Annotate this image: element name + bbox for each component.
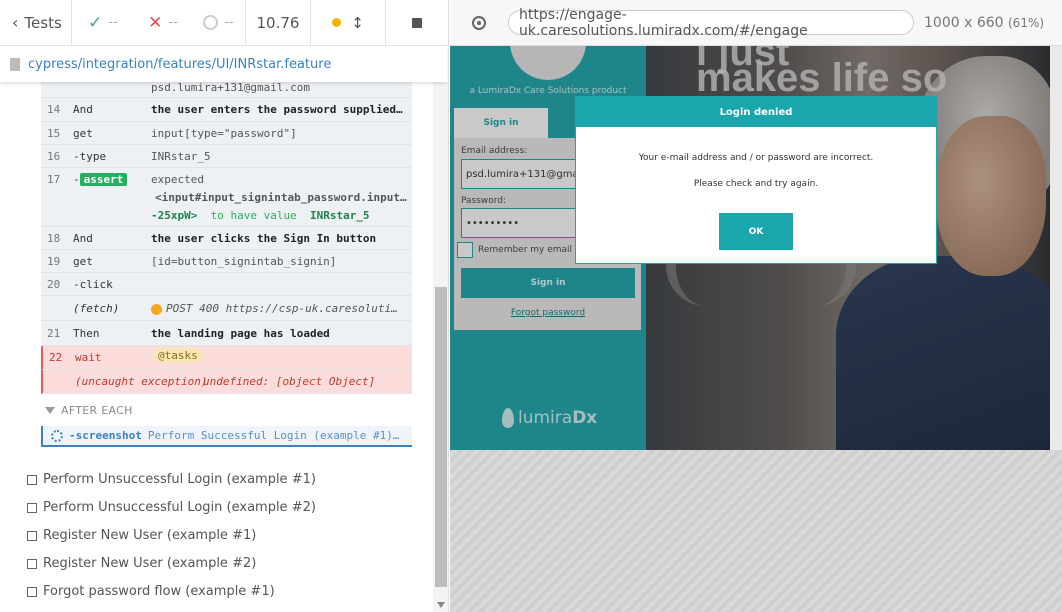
square-icon [27, 558, 37, 569]
command-row-exception[interactable]: (uncaught exception) undefined: [object … [41, 370, 412, 394]
test-item[interactable]: Register New User (example #2) [27, 556, 256, 571]
command-row-19[interactable]: 19 get [id=button_signintab_signin] [41, 250, 412, 273]
caret-down-icon [45, 407, 55, 414]
app-runner: https://engage-uk.caresolutions.lumiradx… [450, 0, 1062, 612]
spinner-icon [51, 429, 63, 442]
reporter-panel: ‹ Tests ✓ -- ✕ -- -- 10.76 ↕ cypress/int… [0, 0, 449, 612]
reporter-scrollbar[interactable] [433, 82, 448, 612]
pending-count[interactable]: -- [192, 0, 246, 46]
chevron-left-icon: ‹ [12, 13, 19, 32]
spec-path-bar[interactable]: cypress/integration/features/UI/INRstar.… [0, 47, 447, 82]
test-item[interactable]: Register New User (example #1) [27, 528, 256, 543]
spec-path-link[interactable]: cypress/integration/features/UI/INRstar.… [28, 57, 331, 72]
square-icon [27, 530, 37, 541]
app-under-test: i just makes life so ter a LumiraDx Care… [450, 46, 1050, 450]
tests-label: Tests [24, 13, 62, 32]
command-row-18[interactable]: 18 And the user clicks the Sign In butto… [41, 227, 412, 250]
dialog-message: Your e-mail address and / or password ar… [638, 153, 874, 163]
assert-badge: assert [79, 173, 128, 186]
square-icon [27, 586, 37, 597]
screenshot-command-row[interactable]: -screenshot Perform Successful Login (ex… [41, 426, 412, 447]
test-item[interactable]: Perform Unsuccessful Login (example #1) [27, 472, 316, 487]
dialog-hint: Please check and try again. [693, 179, 819, 189]
failed-count[interactable]: ✕ -- [134, 0, 192, 46]
dialog-title: Login denied [576, 97, 936, 127]
test-item[interactable]: Perform Unsuccessful Login (example #2) [27, 500, 316, 515]
command-row-22[interactable]: 22 wait @tasks [41, 346, 412, 370]
stop-icon [412, 17, 422, 28]
tests-nav-button[interactable]: ‹ Tests [0, 0, 72, 46]
status-dot-icon [332, 18, 342, 27]
x-icon: ✕ [148, 12, 163, 33]
selector-playground-icon[interactable] [472, 15, 486, 30]
scrollbar-thumb[interactable] [435, 287, 447, 587]
command-row-17[interactable]: 17 - assert expected <input#input_signint… [41, 168, 412, 227]
command-row-14[interactable]: 14 And the user enters the password supp… [41, 98, 412, 122]
test-item[interactable]: Forgot password flow (example #1) [27, 584, 275, 599]
duration: 10.76 [246, 0, 311, 46]
scroll-arrows-icon: ↕ [351, 13, 364, 32]
app-scrollbar[interactable] [1050, 46, 1062, 450]
pending-ring-icon [203, 15, 219, 30]
square-icon [27, 502, 37, 513]
viewport-info[interactable]: 1000 x 660 (61%) [924, 15, 1044, 31]
command-row-15[interactable]: 15 get input[type="password"] [41, 122, 412, 145]
url-display[interactable]: https://engage-uk.caresolutions.lumiradx… [508, 7, 914, 39]
ok-button[interactable]: OK [719, 213, 793, 250]
scroll-down-icon[interactable] [437, 602, 445, 608]
stop-button[interactable] [386, 0, 448, 46]
square-icon [27, 474, 37, 485]
runner-header: https://engage-uk.caresolutions.lumiradx… [450, 0, 1062, 46]
command-row-21[interactable]: 21 Then the landing page has loaded [41, 321, 412, 346]
check-icon: ✓ [88, 12, 103, 33]
file-icon [10, 58, 20, 71]
command-row-16[interactable]: 16 -type INRstar_5 [41, 145, 412, 168]
after-each-hook[interactable]: AFTER EACH [45, 404, 133, 417]
command-row-20[interactable]: 20 -click [41, 273, 412, 296]
reporter-header: ‹ Tests ✓ -- ✕ -- -- 10.76 ↕ [0, 0, 448, 46]
login-denied-dialog: Login denied Your e-mail address and / o… [575, 96, 937, 264]
passed-count[interactable]: ✓ -- [72, 0, 134, 46]
alias-tag: @tasks [153, 348, 203, 363]
auto-scroll-toggle[interactable]: ↕ [311, 0, 386, 46]
pending-dot-icon [151, 303, 162, 315]
command-row-fetch[interactable]: (fetch) POST 400 https://csp-uk.caresolu… [41, 296, 412, 321]
